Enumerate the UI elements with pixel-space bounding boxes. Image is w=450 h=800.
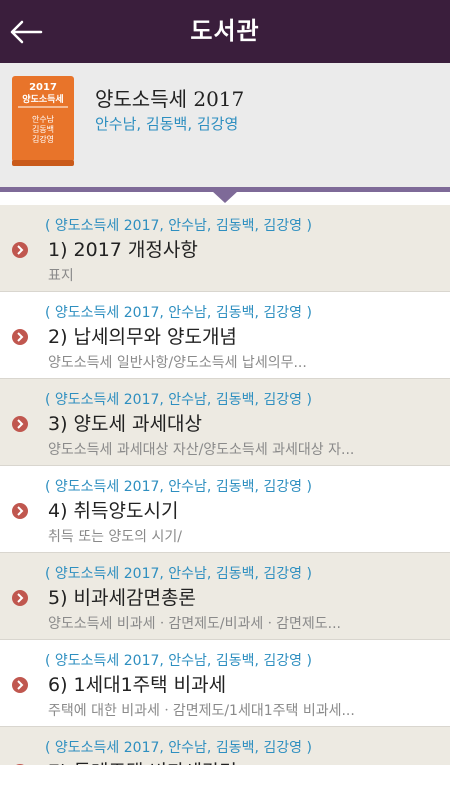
cover-year: 2017 <box>29 82 57 93</box>
list-item[interactable]: ( 양도소득세 2017, 안수남, 김동백, 김강영 ) 1) 2017 개정… <box>0 205 450 292</box>
chevron-right-icon <box>12 416 28 432</box>
item-title: 6) 1세대1주택 비과세 <box>48 674 227 696</box>
page-title: 도서관 <box>190 17 260 45</box>
item-source: ( 양도소득세 2017, 안수남, 김동백, 김강영 ) <box>45 305 312 321</box>
list-item[interactable]: ( 양도소득세 2017, 안수남, 김동백, 김강영 ) 4) 취득양도시기 … <box>0 466 450 553</box>
item-description: 양도소득세 과세대상 자산/양도소득세 과세대상 자... <box>48 442 355 458</box>
book-authors: 안수남, 김동백, 김강영 <box>95 115 239 133</box>
item-source: ( 양도소득세 2017, 안수남, 김동백, 김강영 ) <box>45 566 312 582</box>
divider-arrow-icon <box>212 191 238 203</box>
chevron-right-icon <box>12 677 28 693</box>
item-source: ( 양도소득세 2017, 안수남, 김동백, 김강영 ) <box>45 479 312 495</box>
chevron-right-icon <box>12 242 28 258</box>
book-summary: 2017 양도소득세 안수남 김동백 김강영 양도소득세 2017 안수남, 김… <box>0 63 450 187</box>
book-title: 양도소득세 2017 <box>95 87 245 111</box>
item-source: ( 양도소득세 2017, 안수남, 김동백, 김강영 ) <box>45 740 312 756</box>
item-title: 1) 2017 개정사항 <box>48 239 198 261</box>
list-item[interactable]: ( 양도소득세 2017, 안수남, 김동백, 김강영 ) 6) 1세대1주택 … <box>0 640 450 727</box>
item-title: 4) 취득양도시기 <box>48 500 179 522</box>
item-description: 주택에 대한 비과세ㆍ감면제도/1세대1주택 비과세... <box>48 703 355 719</box>
app-header: 도서관 <box>0 0 450 63</box>
item-title: 5) 비과세감면총론 <box>48 587 196 609</box>
chevron-right-icon <box>12 590 28 606</box>
item-description: 취득 또는 양도의 시기/ <box>48 529 182 545</box>
item-title: 2) 납세의무와 양도개념 <box>48 326 237 348</box>
item-title: 7) 특례주택 비과세감면 <box>48 757 237 765</box>
list-item[interactable]: ( 양도소득세 2017, 안수남, 김동백, 김강영 ) 7) 특례주택 비과… <box>0 727 450 765</box>
chevron-right-icon <box>12 329 28 345</box>
list-item[interactable]: ( 양도소득세 2017, 안수남, 김동백, 김강영 ) 2) 납세의무와 양… <box>0 292 450 379</box>
book-cover-image[interactable]: 2017 양도소득세 안수남 김동백 김강영 <box>10 76 76 168</box>
item-source: ( 양도소득세 2017, 안수남, 김동백, 김강영 ) <box>45 392 312 408</box>
list-item[interactable]: ( 양도소득세 2017, 안수남, 김동백, 김강영 ) 3) 양도세 과세대… <box>0 379 450 466</box>
cover-author-2: 김동백 <box>32 124 54 134</box>
item-description: 양도소득세 비과세ㆍ감면제도/비과세ㆍ감면제도... <box>48 616 341 632</box>
list-item[interactable]: ( 양도소득세 2017, 안수남, 김동백, 김강영 ) 5) 비과세감면총론… <box>0 553 450 640</box>
chevron-right-icon <box>12 503 28 519</box>
bottom-area <box>0 765 450 800</box>
item-source: ( 양도소득세 2017, 안수남, 김동백, 김강영 ) <box>45 653 312 669</box>
item-source: ( 양도소득세 2017, 안수남, 김동백, 김강영 ) <box>45 218 312 234</box>
chapter-list: ( 양도소득세 2017, 안수남, 김동백, 김강영 ) 1) 2017 개정… <box>0 205 450 765</box>
item-description: 양도소득세 일반사항/양도소득세 납세의무... <box>48 355 307 371</box>
item-description: 표지 <box>48 268 74 284</box>
cover-author-3: 김강영 <box>32 134 54 144</box>
cover-author-1: 안수남 <box>32 114 55 124</box>
item-title: 3) 양도세 과세대상 <box>48 413 202 435</box>
cover-name: 양도소득세 <box>22 93 63 105</box>
